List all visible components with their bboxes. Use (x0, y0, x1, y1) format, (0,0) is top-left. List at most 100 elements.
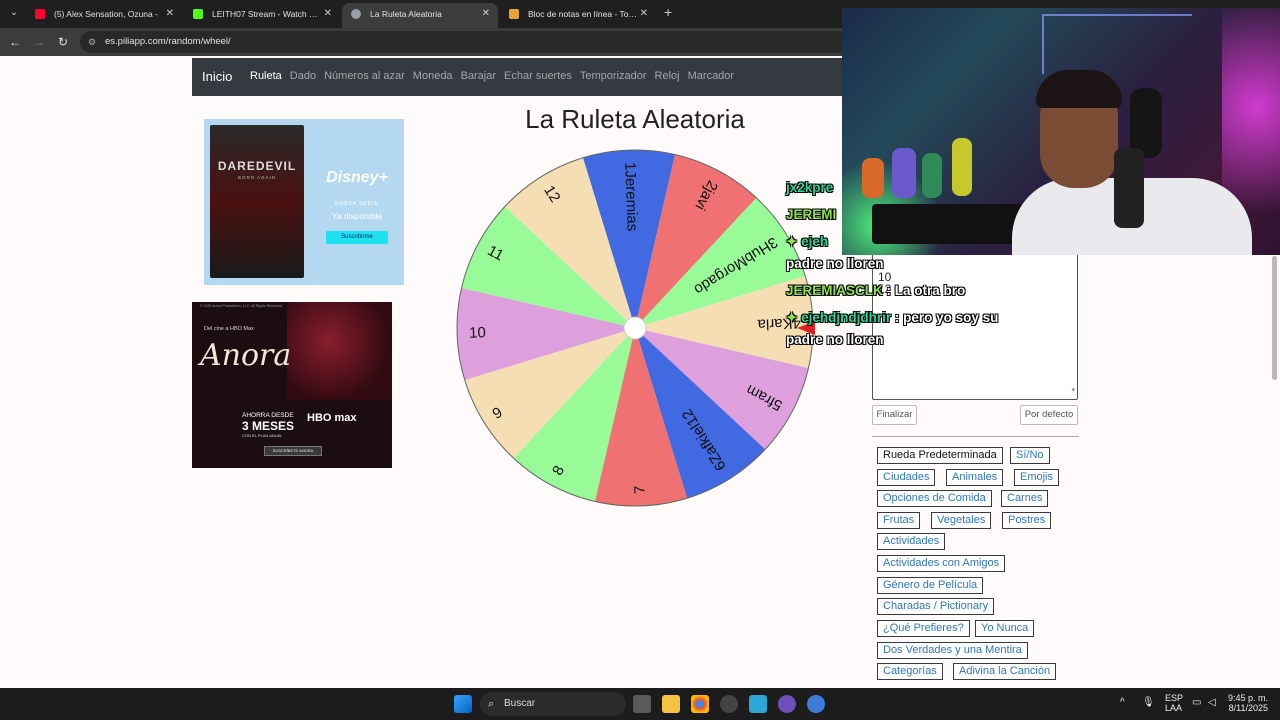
preset-button[interactable]: Categorías (877, 663, 943, 680)
tab-notepad[interactable]: Bloc de notas en línea - Toma y ✕ (500, 3, 656, 28)
close-icon[interactable]: ✕ (640, 3, 648, 25)
preset-button[interactable]: Frutas (877, 512, 921, 529)
ad-line2: Ya disponible (331, 211, 383, 221)
taskbar-search[interactable]: ⌕ Buscar (480, 692, 626, 716)
random-wheel[interactable]: 1Jeremias 2javi3HubMorgado4Karla5fram6Zaf… (454, 146, 816, 510)
tab-kick[interactable]: LEITH07 Stream - Watch Live o ✕ (184, 3, 340, 28)
default-button[interactable]: Por defecto (1020, 405, 1078, 425)
close-icon[interactable]: ✕ (482, 3, 490, 25)
preset-button[interactable]: Actividades (877, 533, 946, 550)
file-explorer-icon[interactable] (662, 695, 680, 713)
page-scrollbar[interactable] (1272, 256, 1277, 380)
preset-button[interactable]: Animales (946, 469, 1004, 486)
chat-badge-icon: ✦ (786, 234, 798, 249)
ad-offer3: CON EL PLAN ANUAL (242, 433, 283, 438)
notepad-app-icon[interactable] (749, 695, 767, 713)
language-indicator[interactable]: ESP LAA (1165, 693, 1183, 713)
microphone-icon[interactable]: 🎙 (1142, 697, 1155, 708)
ad-banner-hbo[interactable]: © 2025 Anora Productions, LLC. All Right… (192, 302, 392, 468)
nav-link-dado[interactable]: Dado (290, 70, 316, 82)
app-icon[interactable] (778, 695, 796, 713)
tray-chevron-icon[interactable]: ^ (1120, 697, 1125, 708)
preset-button[interactable]: Carnes (1001, 490, 1049, 507)
url-input[interactable]: ⚙ es.piliapp.com/random/wheel/ (80, 31, 850, 53)
obs-icon[interactable] (720, 695, 738, 713)
chat-message: : La otra bro (886, 283, 966, 298)
preset-button[interactable]: Yo Nunca (975, 620, 1035, 637)
nav-link-ruleta[interactable]: Ruleta (250, 70, 282, 82)
nav-link-temporizador[interactable]: Temporizador (580, 70, 647, 82)
task-view-icon[interactable] (633, 695, 651, 713)
close-icon[interactable]: ✕ (324, 3, 332, 25)
preset-button[interactable]: Actividades con Amigos (877, 555, 1006, 572)
preset-button[interactable]: Charadas / Pictionary (877, 598, 995, 615)
chat-message: : pero yo soy su (894, 310, 999, 325)
volume-icon[interactable]: ◁ (1208, 697, 1216, 708)
reload-icon[interactable]: ↻ (54, 33, 72, 51)
ad-movie-title: Anora (200, 338, 292, 373)
tab-youtube[interactable]: (5) Alex Sensation, Ozuna - ✕ (26, 3, 182, 28)
lang-layout: LAA (1165, 703, 1183, 713)
stream-chat-overlay: jx2kpre JEREMI ✦ ejeh padre no lloren JE… (786, 174, 1086, 353)
preset-button[interactable]: ¿Qué Prefieres? (877, 620, 970, 637)
tab-label: La Ruleta Aleatoria (370, 9, 442, 19)
nav-link-numeros[interactable]: Números al azar (324, 70, 405, 82)
forward-icon[interactable]: → (30, 33, 48, 51)
chat-message: padre no lloren (786, 256, 884, 271)
site-info-icon[interactable]: ⚙ (88, 31, 96, 53)
preset-button[interactable]: Ciudades (877, 469, 936, 486)
finish-button[interactable]: Finalizar (872, 405, 917, 425)
divider (872, 436, 1079, 437)
clock-date: 8/11/2025 (1228, 703, 1268, 713)
ad-subscribe-button[interactable]: Suscribirme (326, 231, 388, 244)
ad-banner-disney[interactable]: DAREDEVIL BORN AGAIN Disney+ NUEVA SERIE… (204, 119, 404, 285)
preset-button[interactable]: Vegetales (931, 512, 992, 529)
nav-brand-link[interactable]: Inicio (202, 69, 232, 84)
chat-username: ejehdjndjdhrir (801, 310, 892, 325)
nav-link-echar-suertes[interactable]: Echar suertes (504, 70, 572, 82)
ad-image (287, 302, 392, 400)
preset-button[interactable]: Rueda Predeterminada (877, 447, 1003, 464)
windows-taskbar: ⌕ Buscar ^ 🎙 ESP LAA ▭ ◁ 9:45 p. m. 8/11… (0, 688, 1280, 720)
search-label: Buscar (504, 698, 536, 709)
nav-link-barajar[interactable]: Barajar (461, 70, 496, 82)
tab-label: Bloc de notas en línea - Toma y (528, 9, 638, 19)
site-navbar: Inicio Ruleta Dado Números al azar Moned… (192, 58, 842, 96)
clock-time: 9:45 p. m. (1227, 693, 1268, 703)
ad-subscribe-now-button[interactable]: SUSCRÍBETE AHORA (264, 446, 322, 456)
wheel-hub[interactable] (623, 316, 647, 340)
nav-link-marcador[interactable]: Marcador (688, 70, 734, 82)
wheel-segment-label: 10 (469, 324, 486, 342)
chat-username: JEREMIASCLK (786, 283, 883, 298)
tab-label: (5) Alex Sensation, Ozuna - (54, 9, 158, 19)
new-tab-icon[interactable]: + (664, 4, 672, 20)
hbo-max-logo: HBO max (307, 412, 357, 424)
page-title: La Ruleta Aleatoria (525, 104, 745, 134)
preset-button[interactable]: Género de Película (877, 577, 984, 594)
lang-code: ESP (1165, 693, 1184, 703)
preset-button[interactable]: Emojis (1014, 469, 1060, 486)
nav-links: Ruleta Dado Números al azar Moneda Baraj… (250, 70, 734, 82)
windows-start-icon[interactable] (454, 695, 472, 713)
tab-ruleta[interactable]: La Ruleta Aleatoria ✕ (342, 3, 498, 28)
wheel-segment-label: 1Jeremias (621, 162, 640, 232)
network-icon[interactable]: ▭ (1192, 697, 1201, 708)
preset-button[interactable]: Adivina la Canción (953, 663, 1057, 680)
preset-button[interactable]: Dos Verdades y una Mentira (877, 642, 1028, 659)
clock[interactable]: 9:45 p. m. 8/11/2025 (1224, 693, 1268, 713)
nav-link-moneda[interactable]: Moneda (413, 70, 453, 82)
back-icon[interactable]: ← (6, 33, 24, 51)
ad-offer2: 3 MESES (242, 419, 295, 433)
app-icon[interactable] (807, 695, 825, 713)
resize-grip-icon[interactable]: ▾ (1071, 385, 1075, 397)
ad-show-title: DAREDEVIL (217, 159, 297, 173)
neon-sign (1042, 14, 1192, 74)
tab-search-icon[interactable]: ⌄ (6, 5, 22, 21)
chrome-icon[interactable] (691, 695, 709, 713)
chat-username: JEREMI (786, 207, 837, 222)
preset-button[interactable]: Opciones de Comida (877, 490, 992, 507)
close-icon[interactable]: ✕ (166, 3, 174, 25)
preset-button[interactable]: Sí/No (1010, 447, 1050, 464)
nav-link-reloj[interactable]: Reloj (655, 70, 680, 82)
preset-button[interactable]: Postres (1002, 512, 1052, 529)
